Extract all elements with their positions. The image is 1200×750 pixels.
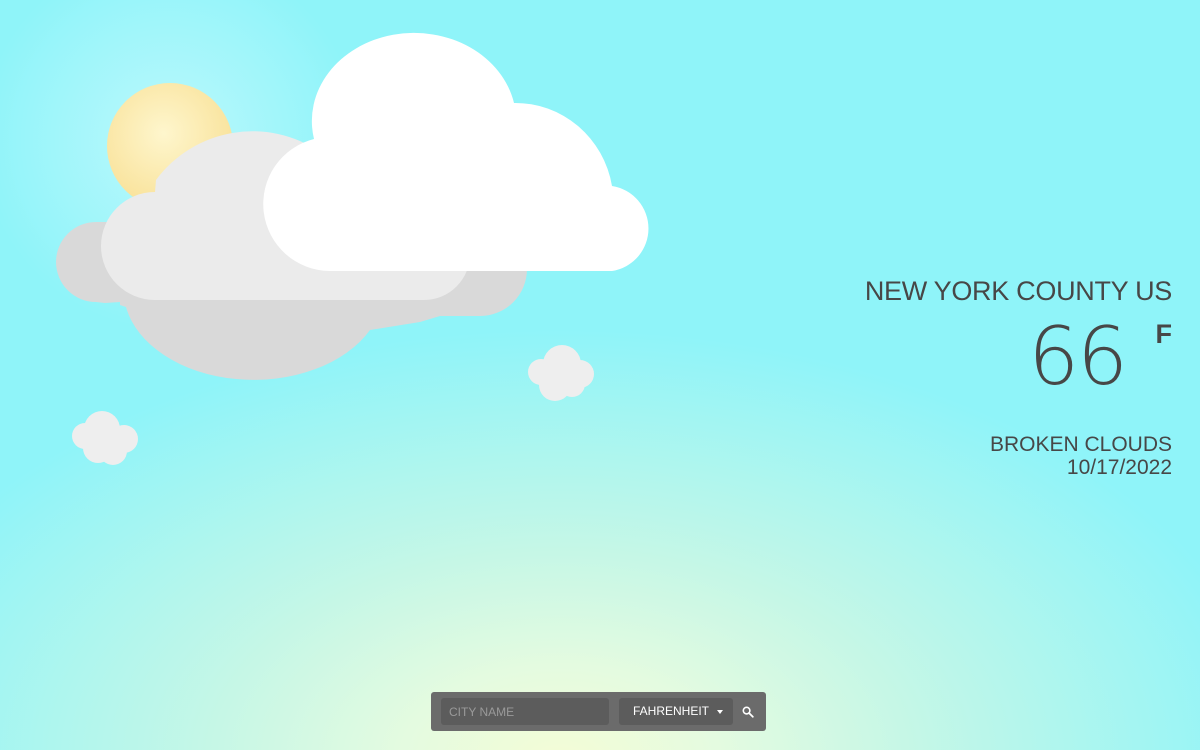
temperature-unit: F — [1155, 319, 1173, 349]
search-button[interactable] — [737, 698, 759, 725]
temperature-display: 66 F — [752, 310, 1173, 412]
weather-info: NEW YORK COUNTY US 66 F BROKEN CLOUDS 10… — [752, 274, 1172, 479]
small-cloud-icon — [72, 411, 138, 465]
weather-condition: BROKEN CLOUDS — [989, 433, 1172, 456]
chevron-down-icon — [717, 710, 723, 714]
city-name-input[interactable] — [441, 698, 609, 725]
unit-select-label: FAHRENHEIT — [633, 704, 710, 718]
unit-select[interactable]: FAHRENHEIT — [619, 698, 733, 725]
temperature-value: 66 — [1028, 310, 1128, 403]
weather-date: 10/17/2022 — [1066, 456, 1172, 479]
search-bar: FAHRENHEIT — [431, 692, 766, 731]
location-name: NEW YORK COUNTY US — [864, 276, 1172, 306]
small-cloud-icon — [528, 345, 594, 401]
search-icon — [742, 706, 754, 718]
white-cloud-icon — [263, 32, 649, 272]
